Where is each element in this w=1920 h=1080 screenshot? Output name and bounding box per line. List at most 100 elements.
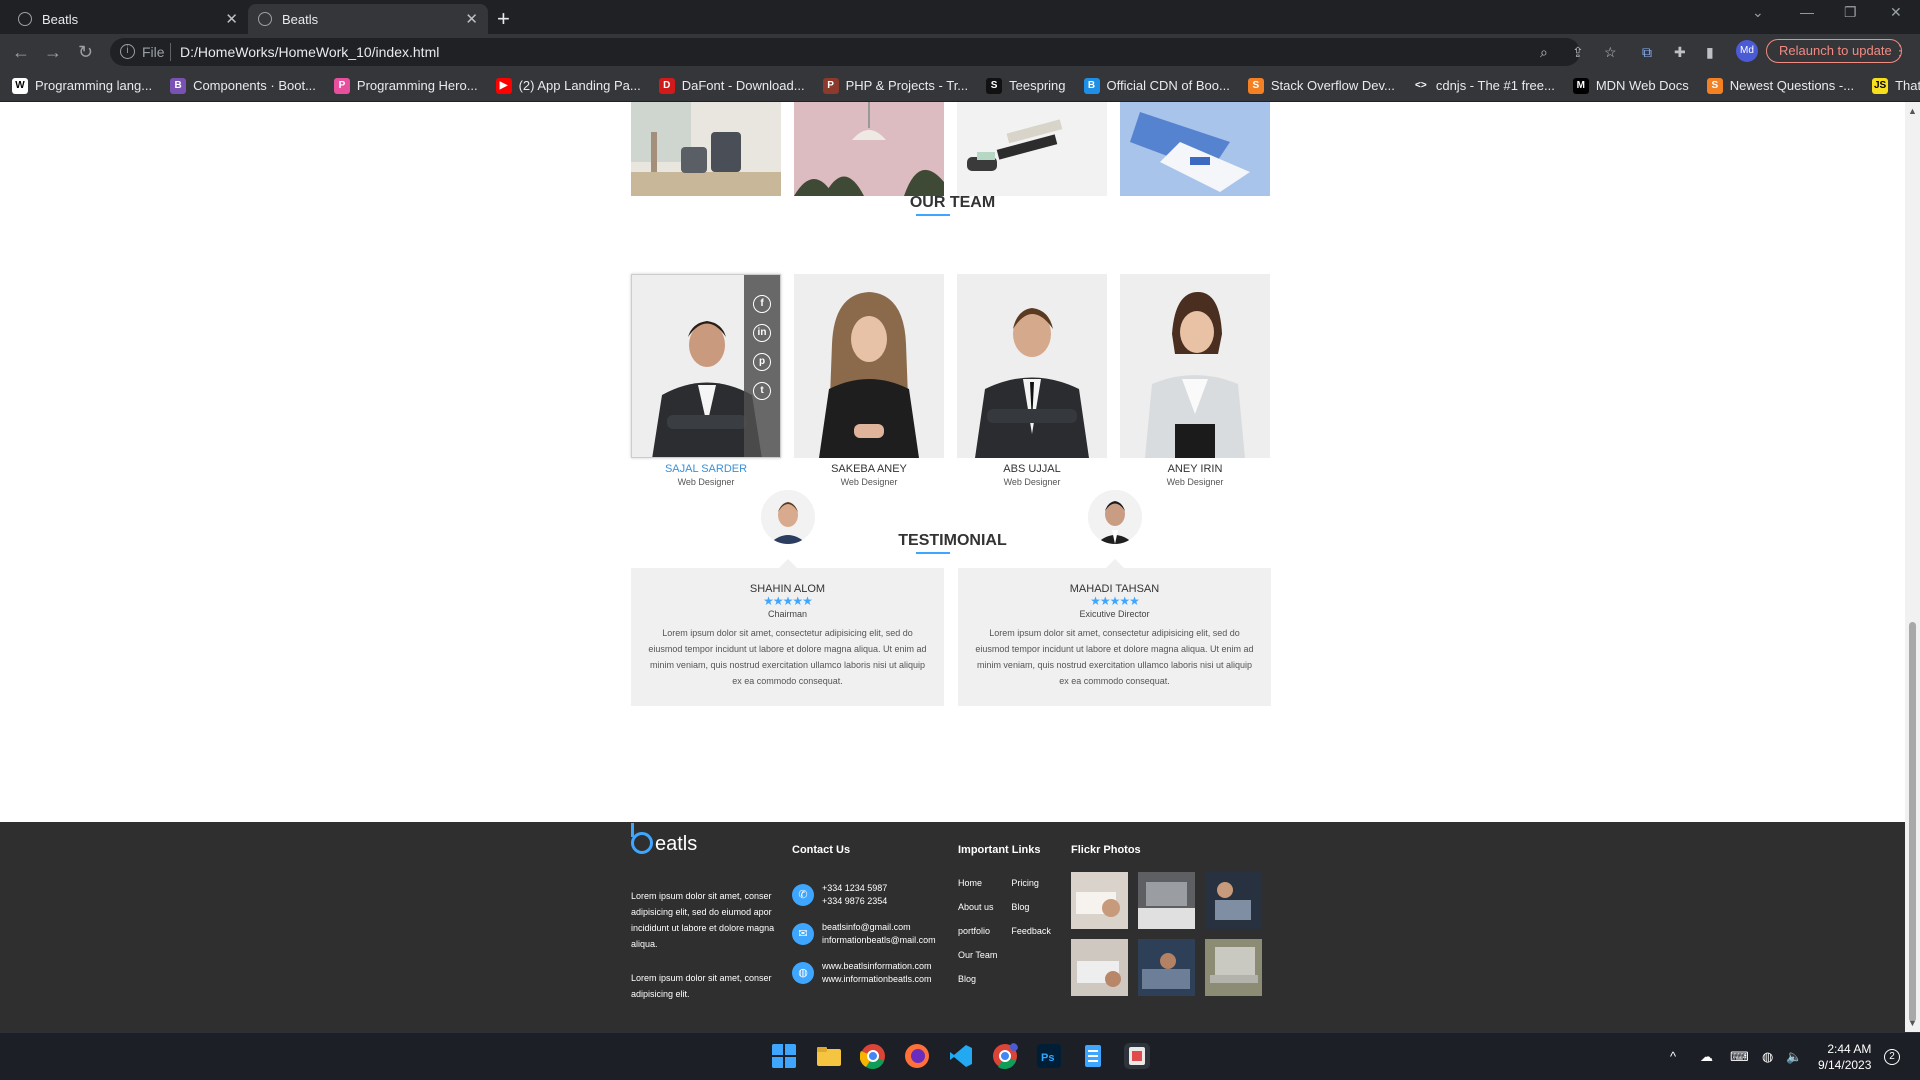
url-text[interactable]: D:/HomeWorks/HomeWork_10/index.html bbox=[180, 44, 439, 60]
network-icon[interactable]: ◍ bbox=[1762, 1049, 1773, 1065]
firefox-icon[interactable] bbox=[904, 1043, 930, 1069]
bookmark-item[interactable]: D DaFont - Download... bbox=[658, 77, 805, 94]
start-icon[interactable] bbox=[771, 1043, 797, 1069]
photoshop-icon[interactable]: Ps bbox=[1036, 1043, 1062, 1069]
system-clock[interactable]: 2:44 AM 9/14/2023 bbox=[1818, 1041, 1871, 1073]
bookmark-item[interactable]: S Newest Questions -... bbox=[1706, 77, 1854, 94]
zoom-icon[interactable]: ⌕ bbox=[1540, 44, 1548, 61]
flickr-photo[interactable] bbox=[1138, 939, 1195, 996]
profile-avatar[interactable]: Md bbox=[1736, 40, 1758, 62]
close-tab-icon[interactable]: ✕ bbox=[225, 10, 238, 28]
tab-2[interactable]: Beatls ✕ bbox=[248, 4, 488, 34]
footer-link[interactable]: Pricing bbox=[1011, 878, 1051, 888]
pinterest-icon[interactable]: p bbox=[753, 353, 771, 371]
share-icon[interactable]: ⇪ bbox=[1572, 44, 1584, 61]
scrollbar-thumb[interactable] bbox=[1909, 622, 1916, 1022]
snipping-tool-icon[interactable] bbox=[1124, 1043, 1150, 1069]
flickr-photo[interactable] bbox=[1071, 872, 1128, 929]
brand-logo[interactable]: eatls bbox=[631, 823, 697, 854]
extensions-icon[interactable]: ✚ bbox=[1674, 44, 1686, 61]
reload-button[interactable]: ↻ bbox=[78, 42, 93, 63]
tab-search-icon[interactable]: ⌄ bbox=[1752, 4, 1764, 21]
member-photo[interactable] bbox=[1120, 274, 1270, 458]
clock-time: 2:44 AM bbox=[1827, 1042, 1872, 1056]
team-member[interactable]: ANEY IRIN Web Designer bbox=[1120, 274, 1270, 487]
tab-1[interactable]: Beatls ✕ bbox=[8, 4, 248, 34]
page-scrollbar[interactable]: ▲ ▼ bbox=[1905, 102, 1920, 1032]
bookmark-item[interactable]: JS That JS Dude bbox=[1872, 77, 1920, 94]
close-tab-icon[interactable]: ✕ bbox=[465, 10, 478, 28]
twitter-icon[interactable]: t bbox=[753, 382, 771, 400]
email-address[interactable]: informationbeatls@mail.com bbox=[822, 934, 936, 947]
svg-text:Ps: Ps bbox=[1041, 1052, 1054, 1064]
bookmark-item[interactable]: W Programming lang... bbox=[12, 77, 152, 94]
notepad-icon[interactable] bbox=[1080, 1043, 1106, 1069]
bookmark-item[interactable]: P Programming Hero... bbox=[333, 77, 478, 94]
website-link[interactable]: www.beatlsinformation.com bbox=[822, 960, 932, 973]
bookmark-item[interactable]: M MDN Web Docs bbox=[1572, 77, 1689, 94]
bookmark-item[interactable]: S Teespring bbox=[986, 77, 1066, 94]
flickr-photo[interactable] bbox=[1205, 872, 1262, 929]
flickr-photo[interactable] bbox=[1071, 939, 1128, 996]
menu-icon[interactable]: ⋮ bbox=[1893, 42, 1907, 59]
bookmark-star-icon[interactable]: ☆ bbox=[1604, 44, 1617, 61]
new-tab-button[interactable]: + bbox=[497, 6, 510, 32]
member-name: ANEY IRIN bbox=[1167, 463, 1223, 475]
footer-link[interactable]: Blog bbox=[958, 974, 997, 984]
linkedin-icon[interactable]: in bbox=[753, 324, 771, 342]
member-photo[interactable] bbox=[794, 274, 944, 458]
onedrive-icon[interactable]: ☁ bbox=[1700, 1049, 1713, 1065]
volume-icon[interactable]: 🔈 bbox=[1786, 1049, 1802, 1065]
footer-link[interactable]: Our Team bbox=[958, 950, 997, 960]
back-button[interactable]: ← bbox=[12, 42, 30, 63]
phone-number[interactable]: +334 9876 2354 bbox=[822, 895, 887, 908]
email-address[interactable]: beatlsinfo@gmail.com bbox=[822, 921, 936, 934]
bookmark-item[interactable]: S Stack Overflow Dev... bbox=[1247, 77, 1395, 94]
address-field[interactable]: i File D:/HomeWorks/HomeWork_10/index.ht… bbox=[110, 38, 1580, 66]
member-photo[interactable] bbox=[957, 274, 1107, 458]
footer-about: Lorem ipsum dolor sit amet, conser adipi… bbox=[631, 888, 776, 1020]
footer-link[interactable]: portfolio bbox=[958, 926, 997, 936]
member-photo[interactable]: f in p t bbox=[631, 274, 781, 458]
side-panel-icon[interactable]: ▮ bbox=[1706, 44, 1714, 61]
portfolio-image-books[interactable] bbox=[957, 102, 1107, 196]
portfolio-image-lamp[interactable] bbox=[794, 102, 944, 196]
vscode-icon[interactable] bbox=[948, 1043, 974, 1069]
footer-link[interactable]: Feedback bbox=[1011, 926, 1051, 936]
facebook-icon[interactable]: f bbox=[753, 295, 771, 313]
portfolio-image-chairs[interactable] bbox=[631, 102, 781, 196]
footer-link[interactable]: About us bbox=[958, 902, 997, 912]
relaunch-button[interactable]: Relaunch to update bbox=[1766, 39, 1902, 63]
notification-badge[interactable]: 2 bbox=[1884, 1049, 1900, 1065]
site-info-icon[interactable]: i bbox=[120, 44, 135, 59]
flickr-photo[interactable] bbox=[1138, 872, 1195, 929]
restore-button[interactable]: ❐ bbox=[1844, 4, 1857, 21]
portfolio-image-paper[interactable] bbox=[1120, 102, 1270, 196]
chrome-icon[interactable] bbox=[860, 1043, 886, 1069]
show-hidden-icons[interactable]: ^ bbox=[1670, 1049, 1676, 1064]
flickr-photo[interactable] bbox=[1205, 939, 1262, 996]
footer-link[interactable]: Home bbox=[958, 878, 997, 888]
bookmark-item[interactable]: P PHP & Projects - Tr... bbox=[822, 77, 968, 94]
chrome-profile-icon[interactable] bbox=[992, 1043, 1018, 1069]
forward-button[interactable]: → bbox=[44, 42, 62, 63]
footer-link[interactable]: Blog bbox=[1011, 902, 1051, 912]
keyboard-icon[interactable]: ⌨ bbox=[1730, 1049, 1749, 1065]
scroll-up-icon[interactable]: ▲ bbox=[1908, 106, 1917, 116]
mail-icon: ✉ bbox=[792, 923, 814, 945]
team-member[interactable]: f in p t SAJAL SARDER Web Designer bbox=[631, 274, 781, 487]
bookmark-item[interactable]: B Official CDN of Boo... bbox=[1083, 77, 1230, 94]
minimize-button[interactable]: — bbox=[1800, 4, 1814, 20]
team-member[interactable]: SAKEBA ANEY Web Designer bbox=[794, 274, 944, 487]
bookmark-favicon-icon: S bbox=[986, 77, 1003, 94]
website-link[interactable]: www.informationbeatls.com bbox=[822, 973, 932, 986]
scroll-down-icon[interactable]: ▼ bbox=[1908, 1018, 1917, 1028]
bookmark-item[interactable]: ▶ (2) App Landing Pa... bbox=[495, 77, 641, 94]
team-member[interactable]: ABS UJJAL Web Designer bbox=[957, 274, 1107, 487]
close-window-button[interactable]: ✕ bbox=[1890, 4, 1902, 21]
file-explorer-icon[interactable] bbox=[816, 1043, 842, 1069]
translate-icon[interactable]: ⧉ bbox=[1642, 44, 1652, 61]
bookmark-item[interactable]: B Components · Boot... bbox=[170, 77, 316, 94]
phone-number[interactable]: +334 1234 5987 bbox=[822, 882, 887, 895]
bookmark-item[interactable]: <> cdnjs - The #1 free... bbox=[1412, 77, 1555, 94]
